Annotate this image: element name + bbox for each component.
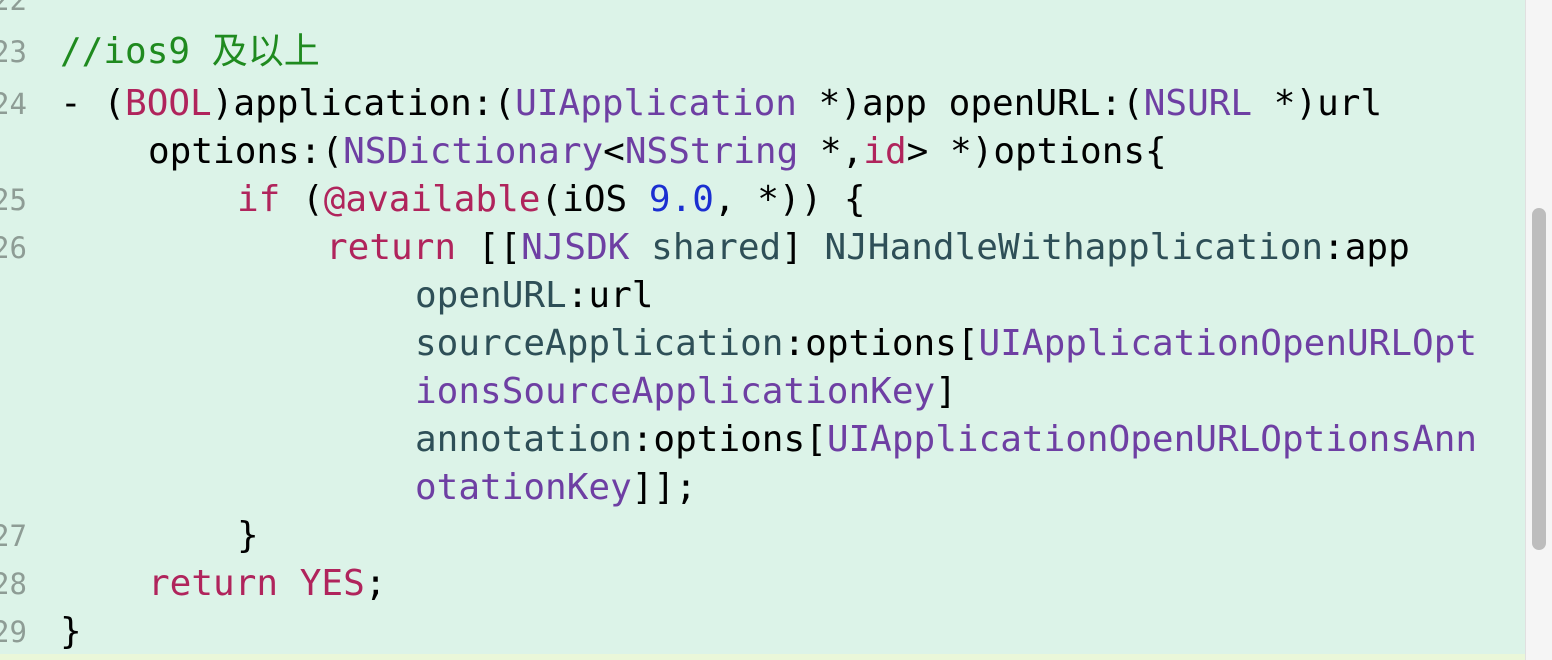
- code-token-plain: :options[: [783, 323, 979, 364]
- code-token-method: openURL: [415, 275, 567, 316]
- line-number: 22: [0, 0, 27, 17]
- code-token-plain: (: [280, 179, 324, 220]
- line-number: 27: [0, 519, 27, 553]
- code-line[interactable]: //ios9 及以上: [60, 28, 320, 76]
- code-token-type: ionsSourceApplicationKey: [415, 371, 936, 412]
- line-number: 26: [0, 231, 27, 265]
- code-token-plain: *)app openURL:(: [796, 83, 1144, 124]
- code-line[interactable]: options:(NSDictionary<NSString *,id> *)o…: [148, 128, 1167, 176]
- code-line[interactable]: openURL:url: [415, 272, 653, 320]
- code-token-plain: :options[: [631, 419, 827, 460]
- code-token-plain: > *)options{: [906, 131, 1167, 172]
- code-token-type: NSDictionary: [343, 131, 604, 172]
- code-token-type: UIApplicationOpenURLOptionsAnn: [826, 419, 1478, 460]
- line-number: 24: [0, 87, 27, 121]
- code-token-type: UIApplicationOpenURLOpt: [978, 323, 1478, 364]
- line-number: 25: [0, 183, 27, 217]
- line-number: 29: [0, 615, 27, 649]
- code-line[interactable]: otationKey]];: [415, 464, 697, 512]
- code-token-method: NJHandleWithapplication: [824, 227, 1324, 268]
- code-token-kw: return: [148, 563, 279, 604]
- line-number: 28: [0, 567, 27, 601]
- code-token-kw: if: [237, 179, 281, 220]
- code-line[interactable]: }: [60, 608, 82, 656]
- code-token-plain: ]];: [631, 467, 697, 508]
- code-token-plain: }: [60, 611, 82, 652]
- code-token-type: NJSDK: [521, 227, 630, 268]
- code-token-plain: ;: [364, 563, 387, 604]
- code-token-method: annotation: [415, 419, 632, 460]
- code-token-plain: *,: [798, 131, 864, 172]
- scrollbar-thumb[interactable]: [1532, 208, 1546, 550]
- code-line[interactable]: if (@available(iOS 9.0, *)) {: [237, 176, 866, 224]
- code-token-plain: , *)) {: [713, 179, 866, 220]
- code-token-type: otationKey: [415, 467, 632, 508]
- code-token-plain: :url: [566, 275, 654, 316]
- code-editor[interactable]: 22 23 24 25 26 27 28 29 //ios9 及以上 - (BO…: [0, 0, 1552, 660]
- code-token-method: sourceApplication: [415, 323, 784, 364]
- editor-bottom-edge: [0, 654, 1525, 660]
- code-token-type: UIApplication: [515, 83, 797, 124]
- line-number: 23: [0, 35, 27, 69]
- code-token-plain: - (: [60, 83, 126, 124]
- code-token-plain: <: [603, 131, 625, 172]
- code-token-method: shared: [651, 227, 782, 268]
- code-token-kw: @available: [323, 179, 541, 220]
- code-token-comment: //ios9 及以上: [60, 31, 320, 72]
- code-token-plain: }: [237, 515, 259, 556]
- code-token-plain: options:(: [148, 131, 344, 172]
- code-line[interactable]: sourceApplication:options[UIApplicationO…: [415, 320, 1477, 368]
- code-token-num: 9.0: [648, 179, 714, 220]
- code-token-plain: )application:(: [211, 83, 516, 124]
- code-token-plain: :app: [1323, 227, 1410, 268]
- code-token-plain: ]: [935, 371, 957, 412]
- code-token-kw: return: [326, 227, 457, 268]
- code-token-kw: BOOL: [125, 83, 212, 124]
- code-line[interactable]: }: [237, 512, 259, 560]
- code-line[interactable]: return [[NJSDK shared] NJHandleWithappli…: [326, 224, 1410, 272]
- code-line[interactable]: annotation:options[UIApplicationOpenURLO…: [415, 416, 1477, 464]
- code-token-type: NSString: [624, 131, 799, 172]
- code-token-plain: [[: [456, 227, 522, 268]
- code-token-kw: YES: [299, 563, 365, 604]
- code-token-plain: ]: [781, 227, 825, 268]
- code-line[interactable]: return YES;: [148, 560, 386, 608]
- code-token-kw: id: [863, 131, 907, 172]
- code-token-type: NSURL: [1143, 83, 1253, 124]
- code-line[interactable]: ionsSourceApplicationKey]: [415, 368, 957, 416]
- code-token-plain: *)url: [1252, 83, 1383, 124]
- code-line[interactable]: - (BOOL)application:(UIApplication *)app…: [60, 80, 1382, 128]
- code-token-plain: (iOS: [540, 179, 649, 220]
